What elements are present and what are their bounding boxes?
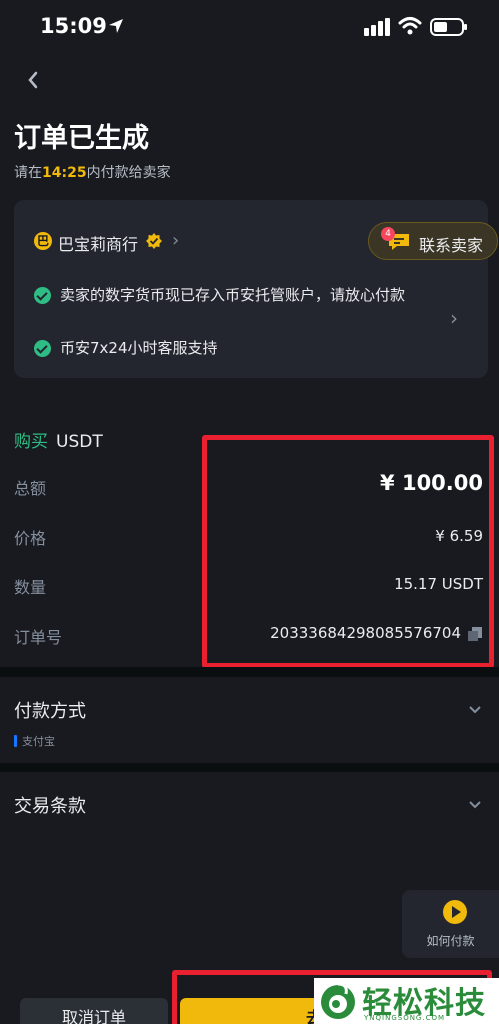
price-label: 价格: [14, 529, 47, 548]
annotation-highlight-order: [202, 435, 494, 668]
watermark-subtext: YNQINGSONG.COM: [364, 1014, 446, 1022]
trade-terms-section[interactable]: 交易条款: [0, 772, 499, 834]
cancel-order-button[interactable]: 取消订单: [20, 998, 168, 1024]
seller-name[interactable]: 巴宝莉商行: [58, 231, 138, 255]
trade-terms-title: 交易条款: [14, 796, 86, 817]
alipay-marker: [14, 735, 17, 747]
support-note: 币安7x24小时客服支持: [34, 337, 434, 359]
order-side: 购买: [14, 432, 48, 452]
card-chevron-right-icon[interactable]: ›: [450, 306, 458, 330]
section-divider: [0, 667, 499, 677]
payment-method-section[interactable]: 付款方式 支付宝: [0, 677, 499, 763]
verified-badge-icon: [146, 233, 162, 249]
chevron-down-icon[interactable]: [468, 703, 482, 717]
unread-badge: 4: [381, 227, 395, 241]
chevron-down-icon[interactable]: [468, 798, 482, 812]
cellular-signal-icon: [364, 18, 390, 36]
seller-avatar: 巴: [34, 232, 52, 250]
watermark-logo-icon: [321, 982, 355, 1019]
wifi-icon: [398, 17, 422, 35]
order-number-label: 订单号: [14, 628, 63, 647]
countdown-timer: 14:25: [42, 165, 87, 181]
check-circle-icon: [34, 340, 51, 357]
how-to-pay-label: 如何付款: [426, 934, 475, 948]
status-bar: 15:09: [0, 0, 499, 56]
quantity-label: 数量: [14, 578, 47, 597]
location-arrow-icon: [109, 19, 123, 33]
seller-chevron-right-icon: ›: [172, 230, 180, 251]
check-circle-icon: [34, 287, 51, 304]
payment-method-alipay: 支付宝: [22, 735, 55, 748]
watermark: 轻松科技 YNQINGSONG.COM: [314, 978, 499, 1024]
how-to-pay-card[interactable]: 如何付款: [402, 890, 499, 958]
seller-card[interactable]: 巴 巴宝莉商行 › 4 联系卖家 卖家的数字货币现已存入币安托管账户，请放心付款…: [14, 200, 498, 378]
contact-seller-button[interactable]: 4 联系卖家: [368, 222, 498, 260]
payment-deadline: 请在14:25内付款给卖家: [14, 165, 171, 181]
back-chevron-icon[interactable]: [22, 66, 46, 94]
battery-icon: [430, 18, 467, 36]
contact-seller-label: 联系卖家: [419, 236, 484, 255]
escrow-note: 卖家的数字货币现已存入币安托管账户，请放心付款: [34, 284, 434, 306]
payment-method-title: 付款方式: [14, 701, 86, 722]
status-time: 15:09: [40, 14, 107, 38]
order-side-asset: 购买 USDT: [14, 427, 103, 452]
play-icon: [443, 900, 467, 924]
order-asset: USDT: [56, 432, 103, 452]
total-label: 总额: [14, 479, 47, 498]
page-title: 订单已生成: [14, 123, 149, 154]
section-divider: [0, 763, 499, 772]
